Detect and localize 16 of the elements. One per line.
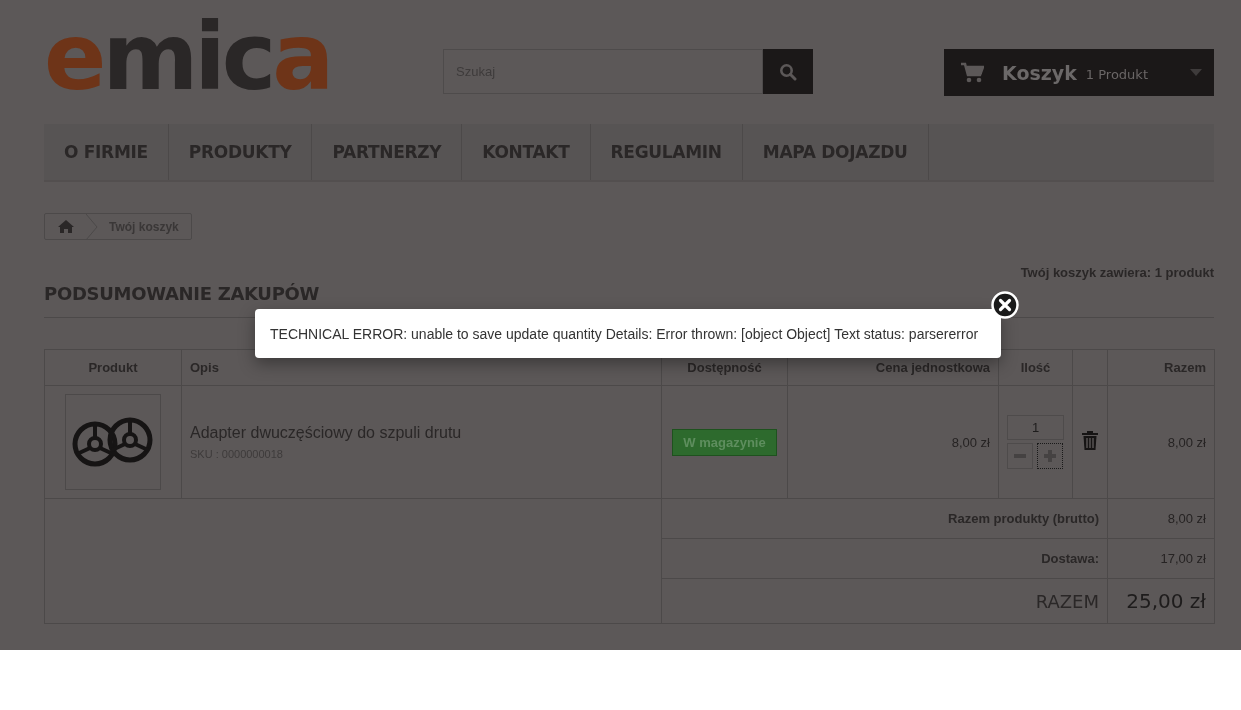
cart-label: Koszyk	[1002, 61, 1077, 84]
search-icon	[779, 62, 797, 81]
cart-count: 1 Produkt	[1085, 66, 1148, 82]
product-thumbnail[interactable]	[65, 394, 161, 490]
increase-button[interactable]	[1037, 443, 1063, 469]
summary-value: 25,00 zł	[1126, 589, 1206, 613]
search-button[interactable]	[763, 49, 813, 94]
home-icon	[58, 220, 74, 233]
error-message: TECHNICAL ERROR: unable to save update quantity Details: Error thrown: [object Object] Text status: parsererror	[270, 325, 979, 342]
trash-icon	[1082, 431, 1098, 450]
quantity-field[interactable]: 1	[1007, 415, 1064, 440]
cart-icon	[960, 61, 984, 84]
cart-button[interactable]: Koszyk 1 Produkt	[944, 49, 1214, 96]
close-button[interactable]	[991, 291, 1019, 319]
caret-icon	[1190, 69, 1202, 76]
delete-button[interactable]	[1082, 431, 1098, 450]
